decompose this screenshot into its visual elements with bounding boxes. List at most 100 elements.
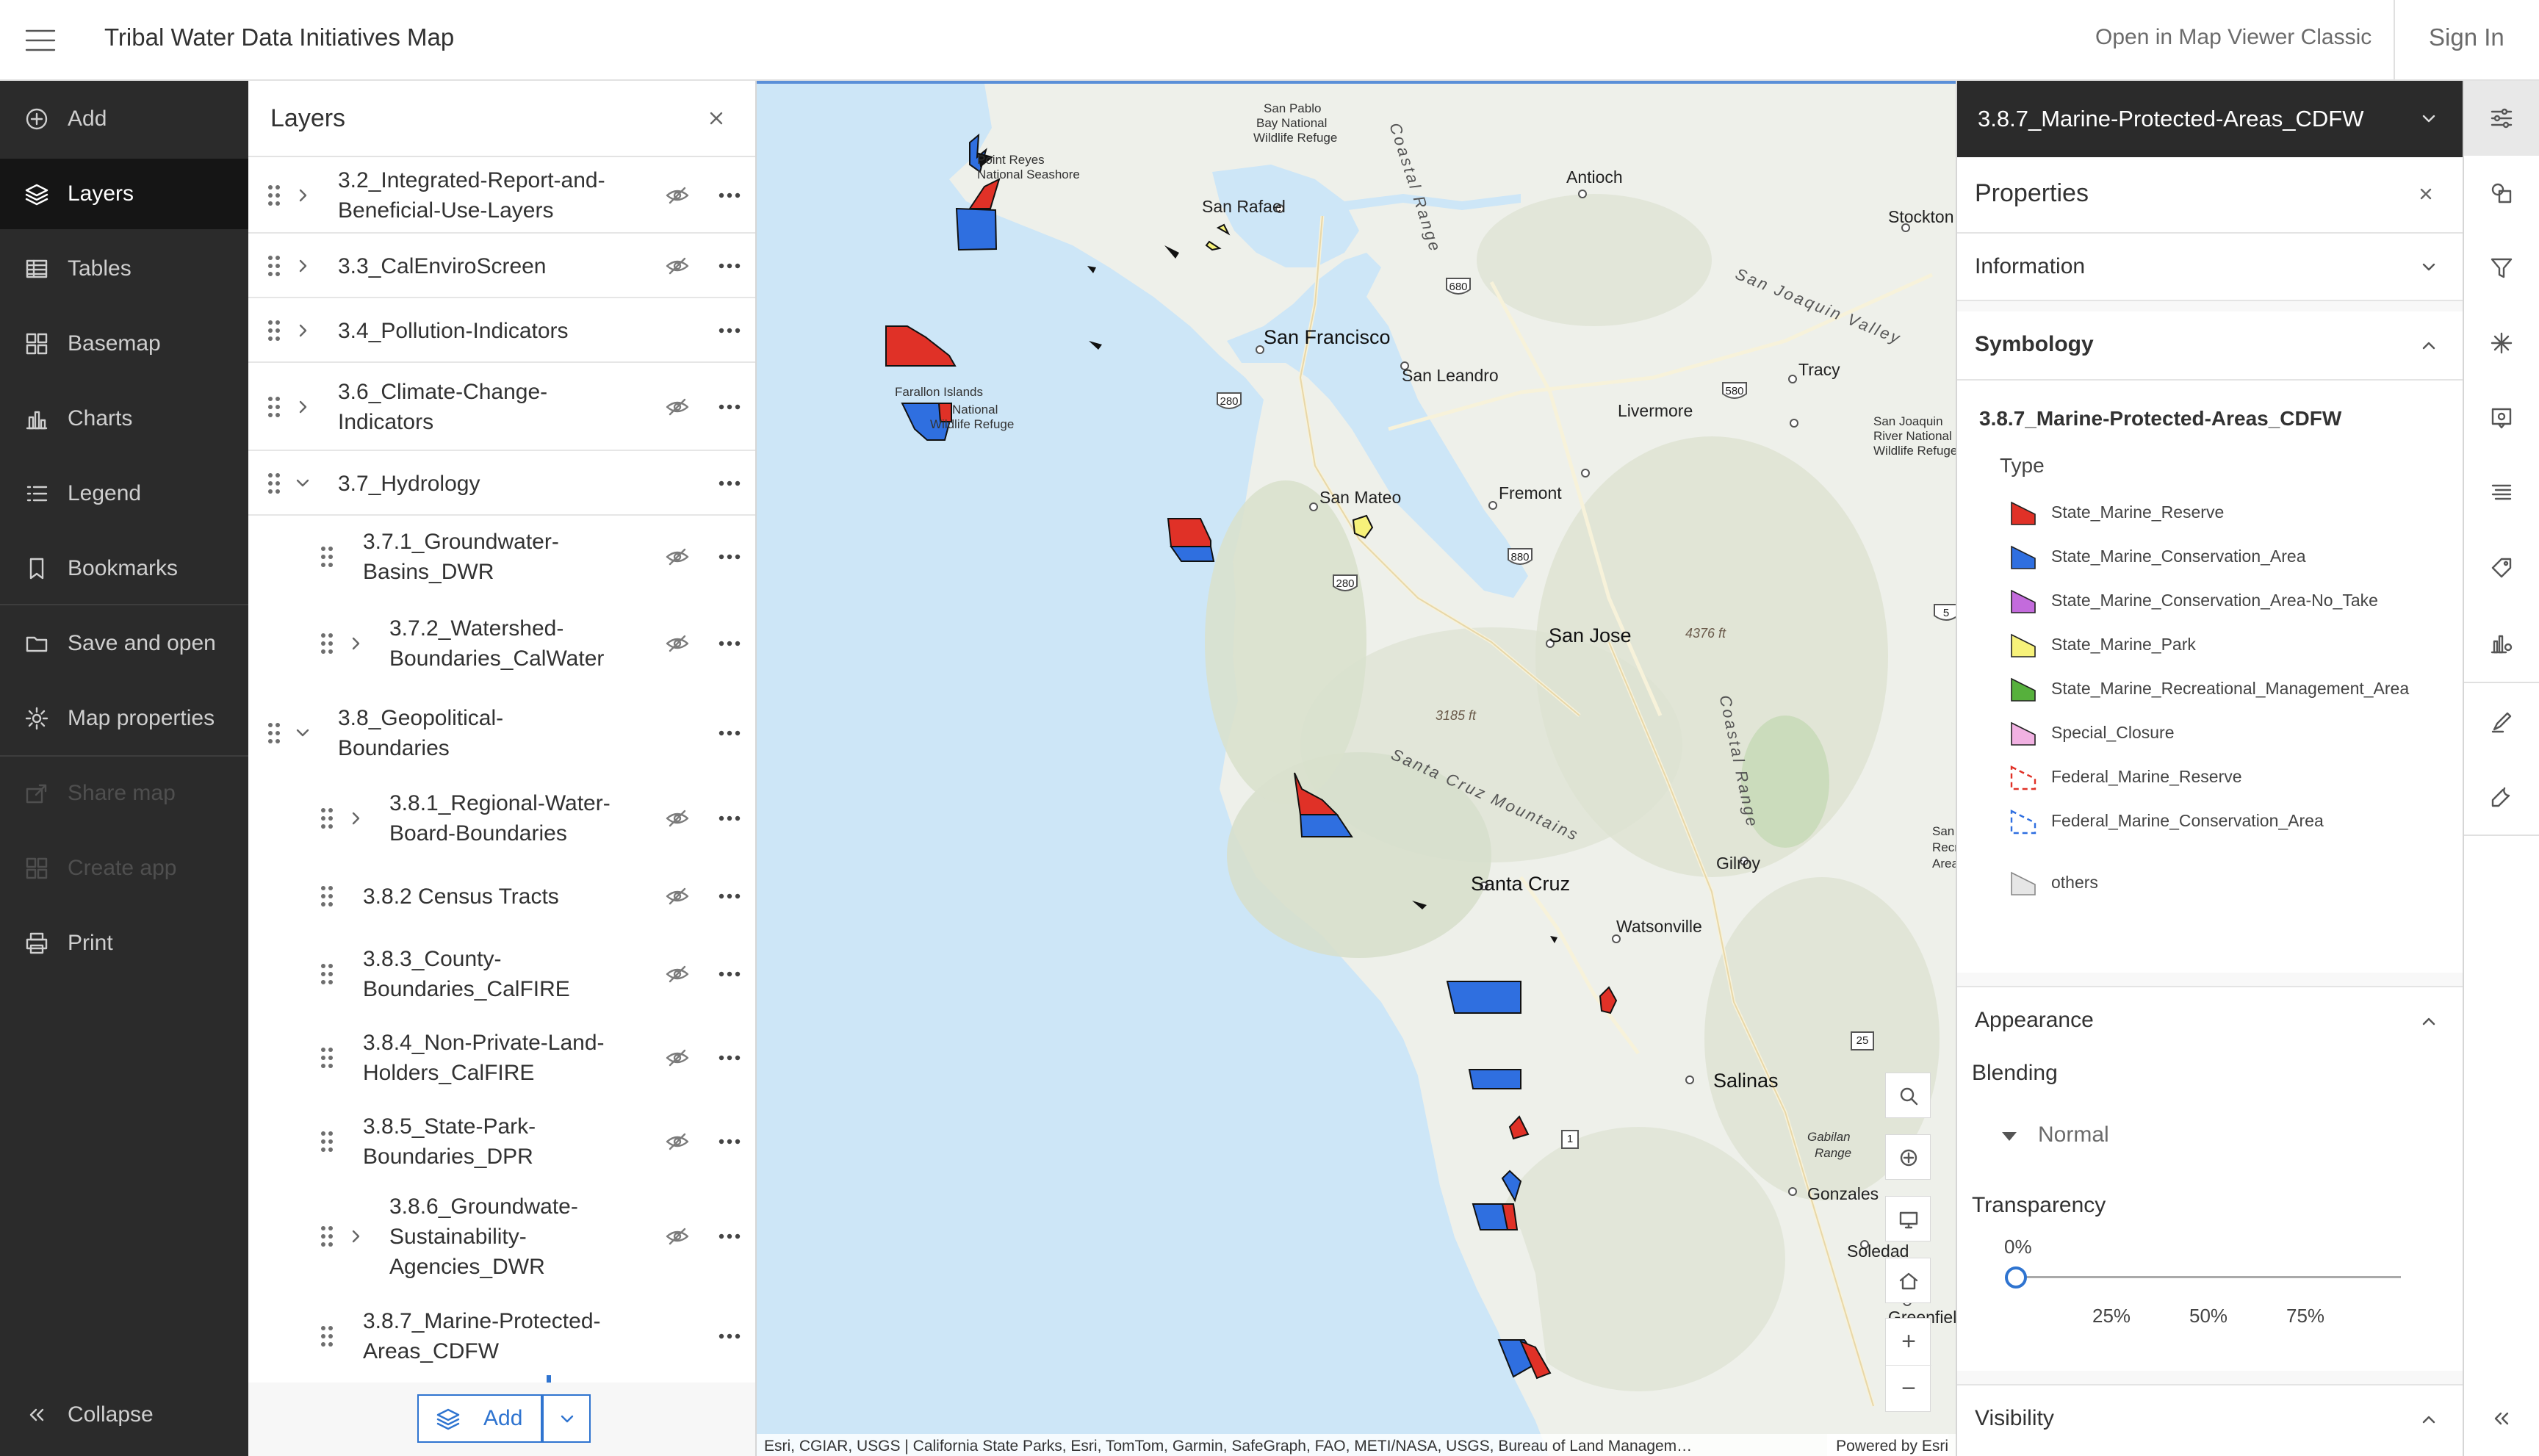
caret-down-icon[interactable] <box>2001 1131 2017 1142</box>
layer-row[interactable]: 3.2_Integrated-Report-and- Beneficial-Use… <box>248 157 755 234</box>
drag-handle-icon[interactable] <box>319 1224 335 1249</box>
more-options-icon[interactable] <box>716 1128 743 1156</box>
nav-tables[interactable]: Tables <box>0 234 248 304</box>
visibility-section-header[interactable]: Visibility <box>1957 1384 2464 1453</box>
nav-charts[interactable]: Charts <box>0 383 248 454</box>
drag-handle-icon[interactable] <box>266 253 282 278</box>
rail-sketch-button[interactable] <box>2464 685 2539 760</box>
visibility-off-icon[interactable] <box>664 182 691 209</box>
visibility-off-icon[interactable] <box>664 544 691 570</box>
symbology-section-header[interactable]: Symbology <box>1957 311 2464 381</box>
map-fullscreen-button[interactable] <box>1885 1196 1931 1241</box>
drag-handle-icon[interactable] <box>266 318 282 343</box>
nav-basemap[interactable]: Basemap <box>0 309 248 379</box>
close-icon[interactable] <box>2416 184 2436 204</box>
drag-handle-icon[interactable] <box>319 962 335 987</box>
drag-handle-icon[interactable] <box>266 394 282 419</box>
nav-layers[interactable]: Layers <box>0 159 248 229</box>
rail-charts-button[interactable] <box>2464 605 2539 680</box>
visibility-off-icon[interactable] <box>664 883 691 909</box>
more-options-icon[interactable] <box>716 1222 743 1250</box>
visibility-off-icon[interactable] <box>664 805 691 832</box>
powered-by-esri[interactable]: Powered by Esri <box>1827 1434 1948 1456</box>
chevron-right-icon[interactable] <box>294 257 311 275</box>
more-options-icon[interactable] <box>716 252 743 280</box>
more-options-icon[interactable] <box>716 960 743 988</box>
visibility-off-icon[interactable] <box>664 961 691 987</box>
layer-selector-dropdown[interactable]: 3.8.7_Marine-Protected-Areas_CDFW <box>1957 81 2464 157</box>
add-layer-button[interactable]: Add <box>417 1394 542 1443</box>
visibility-off-icon[interactable] <box>664 1128 691 1155</box>
drag-handle-icon[interactable] <box>266 471 282 496</box>
more-options-icon[interactable] <box>716 317 743 345</box>
nav-collapse[interactable]: Collapse <box>0 1380 248 1450</box>
more-options-icon[interactable] <box>716 393 743 421</box>
rail-collapse-button[interactable] <box>2464 1381 2539 1456</box>
chevron-right-icon[interactable] <box>294 187 311 204</box>
chevron-down-icon[interactable] <box>294 475 311 492</box>
more-options-icon[interactable] <box>716 719 743 747</box>
zoom-out-button[interactable]: − <box>1886 1366 1931 1413</box>
drag-handle-icon[interactable] <box>266 721 282 746</box>
close-icon[interactable] <box>704 106 729 131</box>
open-classic-link[interactable]: Open in Map Viewer Classic <box>2095 25 2371 50</box>
more-options-icon[interactable] <box>716 804 743 832</box>
chevron-down-icon[interactable] <box>294 724 311 742</box>
layer-row[interactable]: 3.8.5_State-Park- Boundaries_DPR <box>248 1100 755 1183</box>
visibility-off-icon[interactable] <box>664 1045 691 1071</box>
nav-legend[interactable]: Legend <box>0 458 248 529</box>
nav-bookmarks[interactable]: Bookmarks <box>0 533 248 604</box>
visibility-off-icon[interactable] <box>664 394 691 420</box>
layer-row[interactable]: 3.3_CalEnviroScreen <box>248 234 755 298</box>
layer-row[interactable]: 3.6_Climate-Change- Indicators <box>248 363 755 451</box>
layer-row[interactable]: 3.8.1_Regional-Water- Board-Boundaries <box>248 777 755 859</box>
layer-row[interactable]: 3.8.6_Groundwate- Sustainability- Agencies… <box>248 1183 755 1290</box>
drag-handle-icon[interactable] <box>266 183 282 208</box>
drag-handle-icon[interactable] <box>319 884 335 909</box>
layer-row[interactable]: 3.8.3_County- Boundaries_CalFIRE <box>248 933 755 1015</box>
drag-handle-icon[interactable] <box>319 544 335 569</box>
visibility-off-icon[interactable] <box>664 253 691 279</box>
nav-add[interactable]: Add <box>0 84 248 154</box>
rail-effects-button[interactable] <box>2464 306 2539 381</box>
more-options-icon[interactable] <box>716 1044 743 1072</box>
chevron-right-icon[interactable] <box>347 635 364 652</box>
map-search-button[interactable] <box>1885 1073 1931 1118</box>
add-layer-dropdown-button[interactable] <box>542 1394 591 1443</box>
blending-select[interactable]: Normal <box>2038 1122 2109 1147</box>
layer-row[interactable]: 3.8.4_Non-Private-Land- Holders_CalFIRE <box>248 1015 755 1100</box>
sign-in-button[interactable]: Sign In <box>2429 24 2504 51</box>
chevron-right-icon[interactable] <box>294 398 311 416</box>
transparency-slider-handle[interactable] <box>2005 1266 2027 1289</box>
layer-row[interactable]: 3.4_Pollution-Indicators <box>248 298 755 363</box>
more-options-icon[interactable] <box>716 882 743 910</box>
rail-fields-button[interactable] <box>2464 455 2539 530</box>
rail-filter-button[interactable] <box>2464 231 2539 306</box>
information-section-header[interactable]: Information <box>1957 232 2464 301</box>
nav-map-properties[interactable]: Map properties <box>0 683 248 754</box>
layer-row[interactable]: 3.8.2 Census Tracts <box>248 859 755 933</box>
nav-print[interactable]: Print <box>0 908 248 979</box>
drag-handle-icon[interactable] <box>319 1324 335 1349</box>
chevron-right-icon[interactable] <box>294 322 311 339</box>
more-options-icon[interactable] <box>716 543 743 571</box>
map-home-button[interactable] <box>1885 1258 1931 1303</box>
layer-row[interactable]: 3.8_Geopolitical- Boundaries <box>248 689 755 777</box>
map-attribution[interactable]: Esri, CGIAR, USGS | California State Par… <box>757 1434 1956 1456</box>
chevron-right-icon[interactable] <box>347 1228 364 1245</box>
zoom-in-button[interactable]: + <box>1886 1319 1931 1366</box>
rail-labels-button[interactable] <box>2464 530 2539 605</box>
drag-handle-icon[interactable] <box>319 631 335 656</box>
more-options-icon[interactable] <box>716 469 743 497</box>
drag-handle-icon[interactable] <box>319 806 335 831</box>
layer-row[interactable]: 3.7_Hydrology <box>248 451 755 516</box>
drag-handle-icon[interactable] <box>319 1045 335 1070</box>
layer-row[interactable]: 3.8.7_Marine-Protected- Areas_CDFW <box>248 1290 755 1383</box>
more-options-icon[interactable] <box>716 181 743 209</box>
appearance-section-header[interactable]: Appearance <box>1957 986 2464 1055</box>
chevron-right-icon[interactable] <box>347 810 364 827</box>
visibility-off-icon[interactable] <box>664 630 691 657</box>
map-view[interactable]: Point Reyes National Seashore San Pablo … <box>757 81 1956 1456</box>
rail-properties-button[interactable] <box>2464 81 2539 156</box>
hamburger-menu-icon[interactable] <box>22 24 59 57</box>
